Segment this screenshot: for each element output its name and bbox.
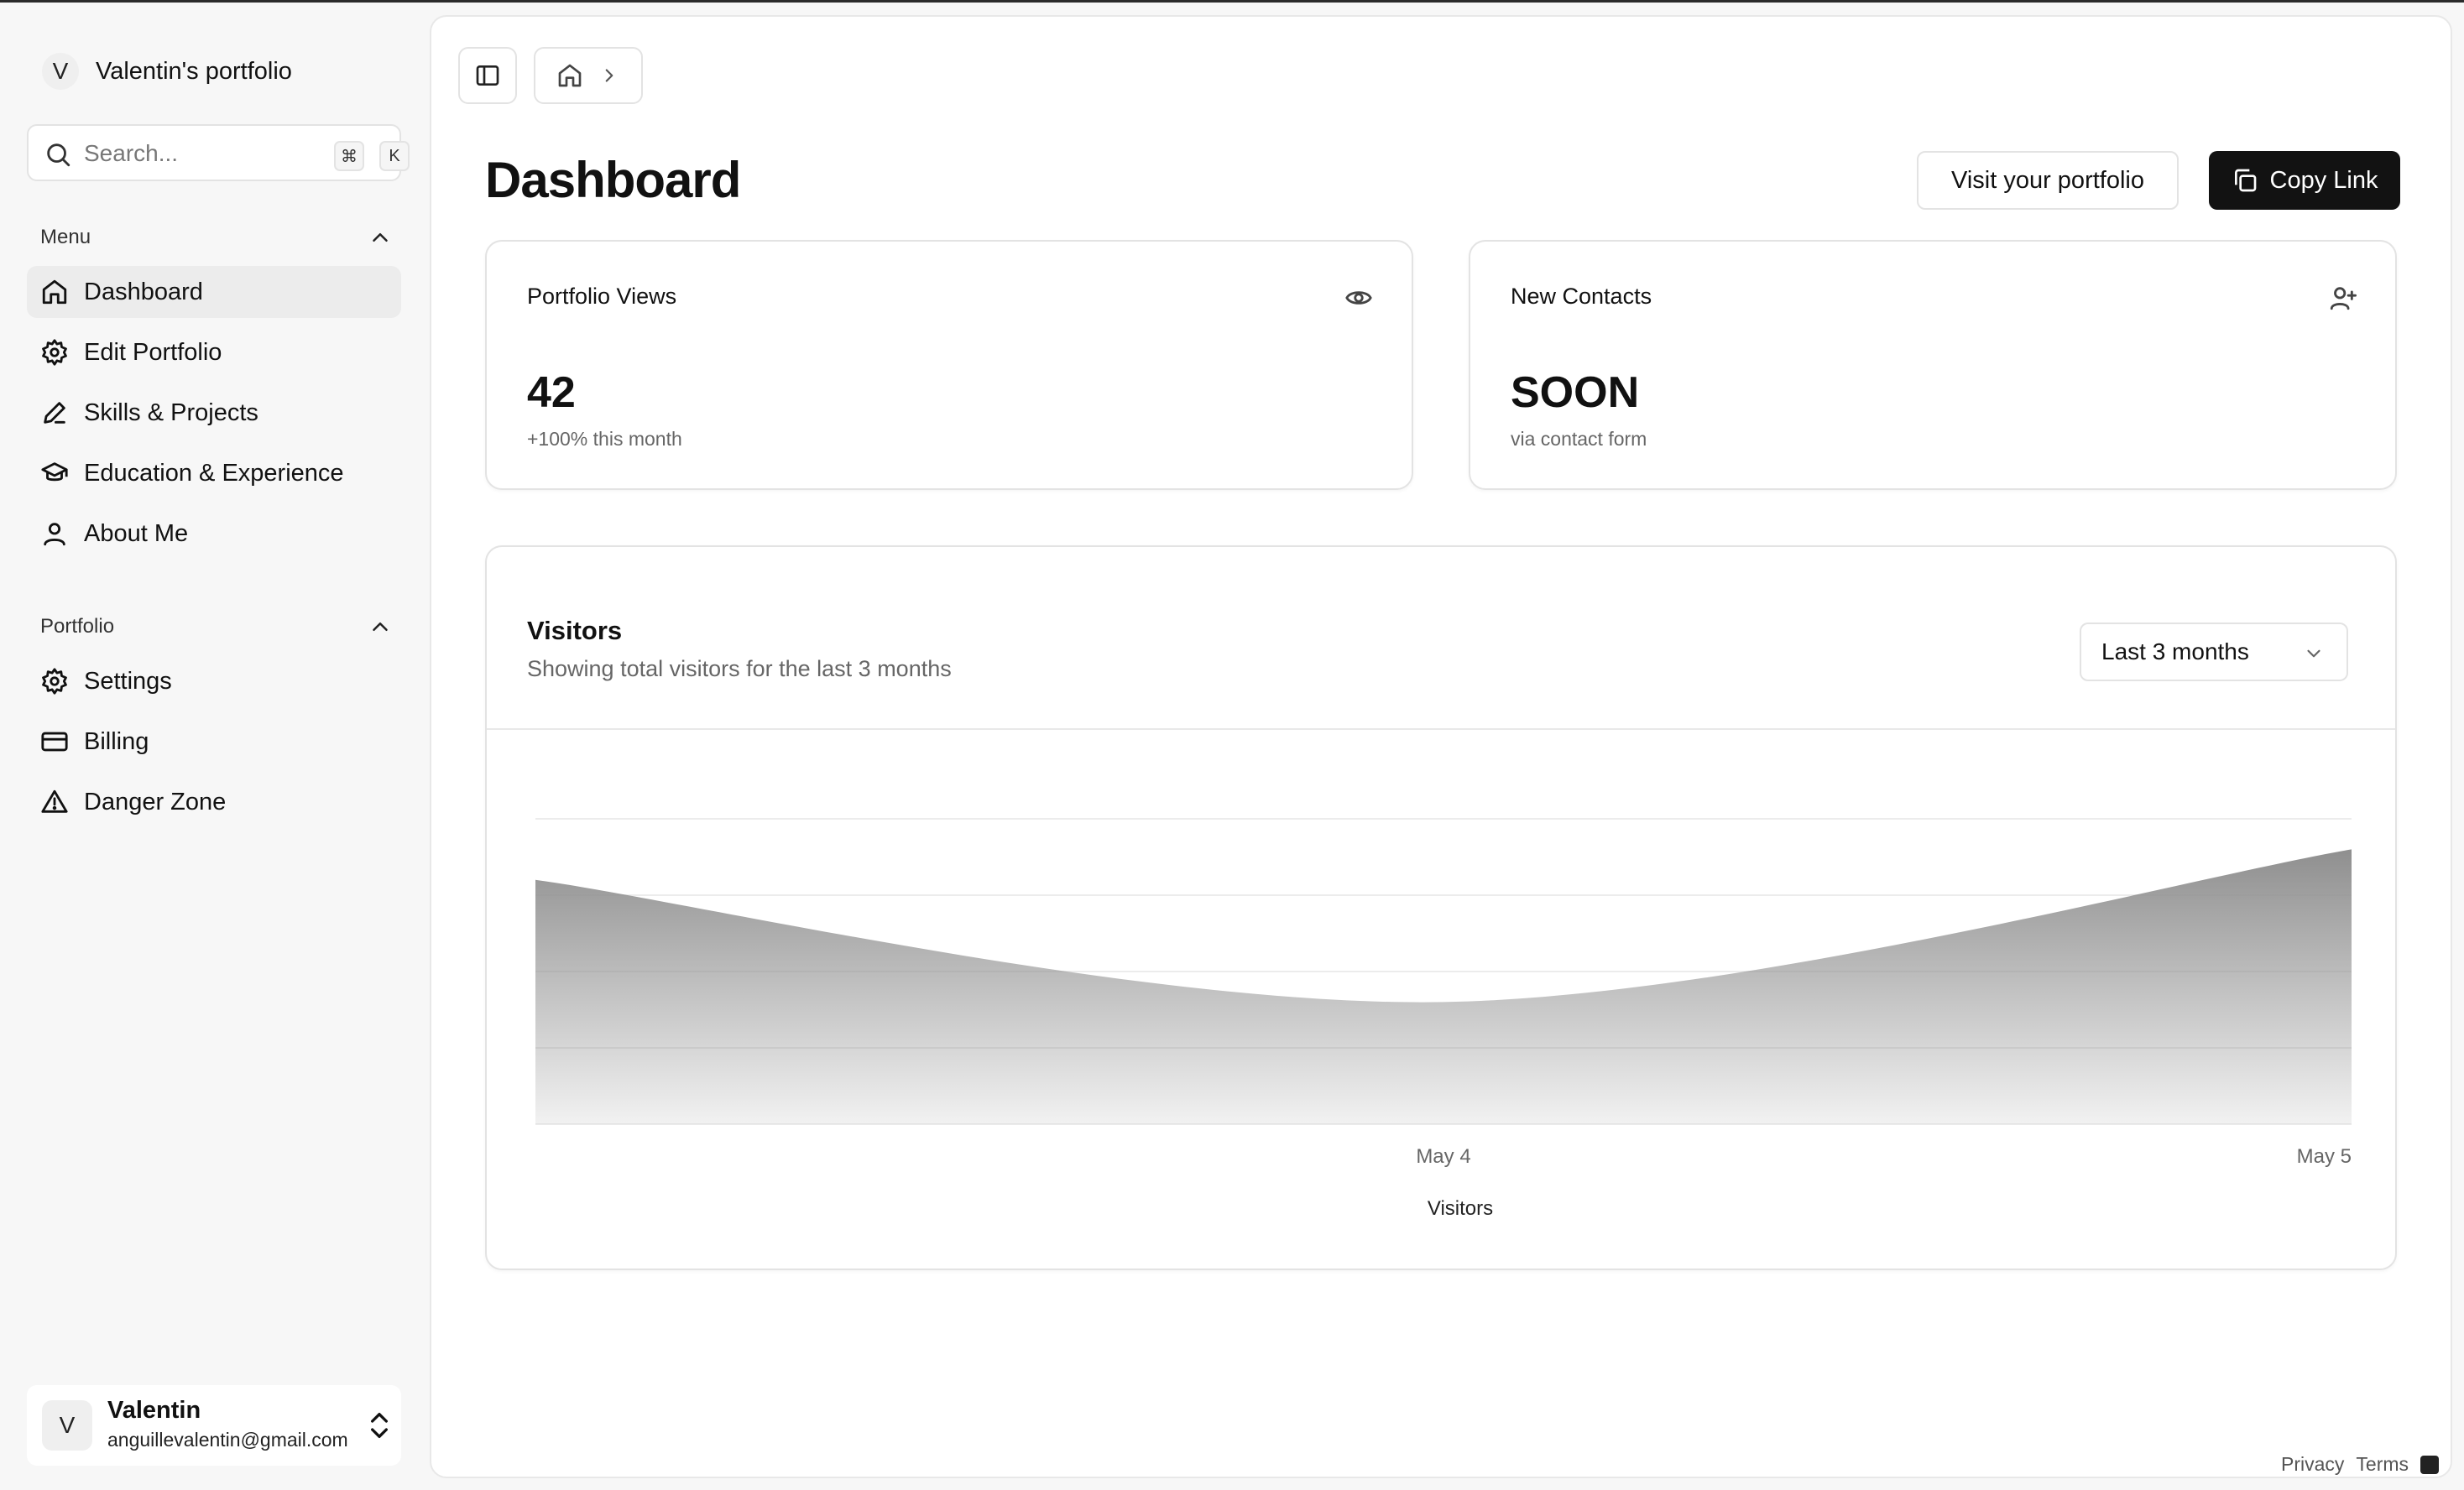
x-tick-label: May 4 — [1416, 1145, 1470, 1168]
range-select[interactable]: Last 3 months — [2080, 623, 2348, 681]
credit-card-icon — [41, 732, 68, 752]
sidebar-item-about-me[interactable]: About Me — [27, 508, 401, 560]
graduation-cap-icon — [41, 462, 68, 482]
sidebar-item-label: Billing — [84, 727, 149, 755]
main-content: Dashboard Visit your portfolio Copy Link… — [430, 15, 2452, 1478]
search-icon — [47, 143, 70, 167]
chevron-right-icon — [605, 69, 613, 82]
sidebar-item-danger-zone[interactable]: Danger Zone — [27, 776, 401, 828]
terms-link[interactable]: Terms — [2356, 1453, 2409, 1476]
search-box[interactable]: ⌘ K — [27, 124, 410, 181]
avatar: V — [42, 1400, 92, 1451]
stat-title: Portfolio Views — [527, 284, 677, 309]
workspace-switcher[interactable]: V Valentin's portfolio — [42, 49, 292, 93]
page-title: Dashboard — [485, 152, 741, 208]
sidebar-item-label: Education & Experience — [84, 459, 344, 487]
chart-title: Visitors — [527, 616, 623, 645]
workspace-avatar: V — [42, 53, 79, 90]
chevrons-up-down-icon — [371, 1413, 388, 1438]
shortcut-k-key: K — [379, 141, 410, 171]
shortcut-cmd-key: ⌘ — [334, 141, 364, 171]
sidebar-item-label: Danger Zone — [84, 788, 227, 815]
home-icon — [558, 64, 582, 87]
gear-icon — [42, 339, 67, 366]
pencil-icon — [44, 402, 65, 424]
sidebar-toggle-button[interactable] — [458, 47, 517, 104]
sidebar-item-skills-projects[interactable]: Skills & Projects — [27, 387, 401, 439]
sidebar-panel-icon — [476, 65, 499, 86]
copy-link-label: Copy Link — [2269, 166, 2378, 194]
chart-description: Showing total visitors for the last 3 mo… — [527, 656, 952, 681]
menu-group-toggle[interactable]: Menu — [40, 221, 401, 254]
chevron-down-icon — [2307, 649, 2320, 658]
sidebar: V Valentin's portfolio ⌘ K Menu Dashboar… — [0, 3, 428, 1490]
visitors-series-area — [535, 849, 2352, 1124]
chevron-up-icon — [373, 623, 388, 631]
sidebar-item-label: Edit Portfolio — [84, 338, 222, 366]
stat-title: New Contacts — [1511, 284, 1652, 309]
warning-icon — [41, 789, 68, 813]
menu-group-label: Menu — [40, 226, 91, 248]
app-badge-icon — [2420, 1455, 2440, 1474]
sidebar-item-dashboard[interactable]: Dashboard — [27, 266, 401, 318]
sidebar-item-billing[interactable]: Billing — [27, 716, 401, 768]
user-email: anguillevalentin@gmail.com — [107, 1429, 348, 1451]
copy-link-button[interactable]: Copy Link — [2209, 151, 2400, 210]
range-select-value: Last 3 months — [2101, 638, 2249, 664]
sidebar-item-label: Settings — [84, 667, 172, 695]
breadcrumb[interactable] — [534, 47, 643, 104]
stat-value: SOON — [1511, 368, 1640, 417]
stat-subtext: via contact form — [1511, 428, 1647, 450]
stat-card-new-contacts: New Contacts SOON via contact form — [1469, 240, 2397, 490]
sidebar-item-edit-portfolio[interactable]: Edit Portfolio — [27, 326, 401, 378]
portfolio-group-label: Portfolio — [40, 615, 115, 638]
sidebar-item-education-experience[interactable]: Education & Experience — [27, 447, 401, 499]
visit-portfolio-button[interactable]: Visit your portfolio — [1917, 151, 2179, 210]
user-name: Valentin — [107, 1397, 201, 1424]
eye-icon — [1345, 291, 1372, 305]
copy-icon — [2234, 169, 2256, 192]
chevron-up-icon — [373, 233, 388, 242]
gear-icon — [42, 668, 67, 695]
sidebar-item-settings[interactable]: Settings — [27, 655, 401, 707]
user-menu[interactable]: V Valentin anguillevalentin@gmail.com — [27, 1385, 401, 1466]
privacy-link[interactable]: Privacy — [2281, 1453, 2344, 1476]
footer: Privacy Terms — [2281, 1453, 2440, 1476]
visitors-chart-card: Visitors Showing total visitors for the … — [485, 545, 2397, 1270]
workspace-name: Valentin's portfolio — [96, 57, 292, 85]
sidebar-item-label: Dashboard — [84, 278, 203, 305]
x-tick-label: May 5 — [2297, 1145, 2352, 1168]
portfolio-group-toggle[interactable]: Portfolio — [40, 610, 401, 643]
stat-subtext: +100% this month — [527, 428, 682, 450]
visitors-area-chart: May 4 May 5 Visitors — [535, 818, 2352, 1220]
stat-value: 42 — [527, 368, 576, 417]
search-input[interactable] — [82, 136, 287, 171]
user-plus-icon — [2330, 287, 2357, 310]
legend-label: Visitors — [1428, 1197, 1493, 1220]
user-icon — [44, 523, 65, 546]
sidebar-item-label: Skills & Projects — [84, 399, 258, 426]
sidebar-item-label: About Me — [84, 519, 189, 547]
home-icon — [42, 279, 67, 305]
stat-card-portfolio-views: Portfolio Views 42 +100% this month — [485, 240, 1413, 490]
